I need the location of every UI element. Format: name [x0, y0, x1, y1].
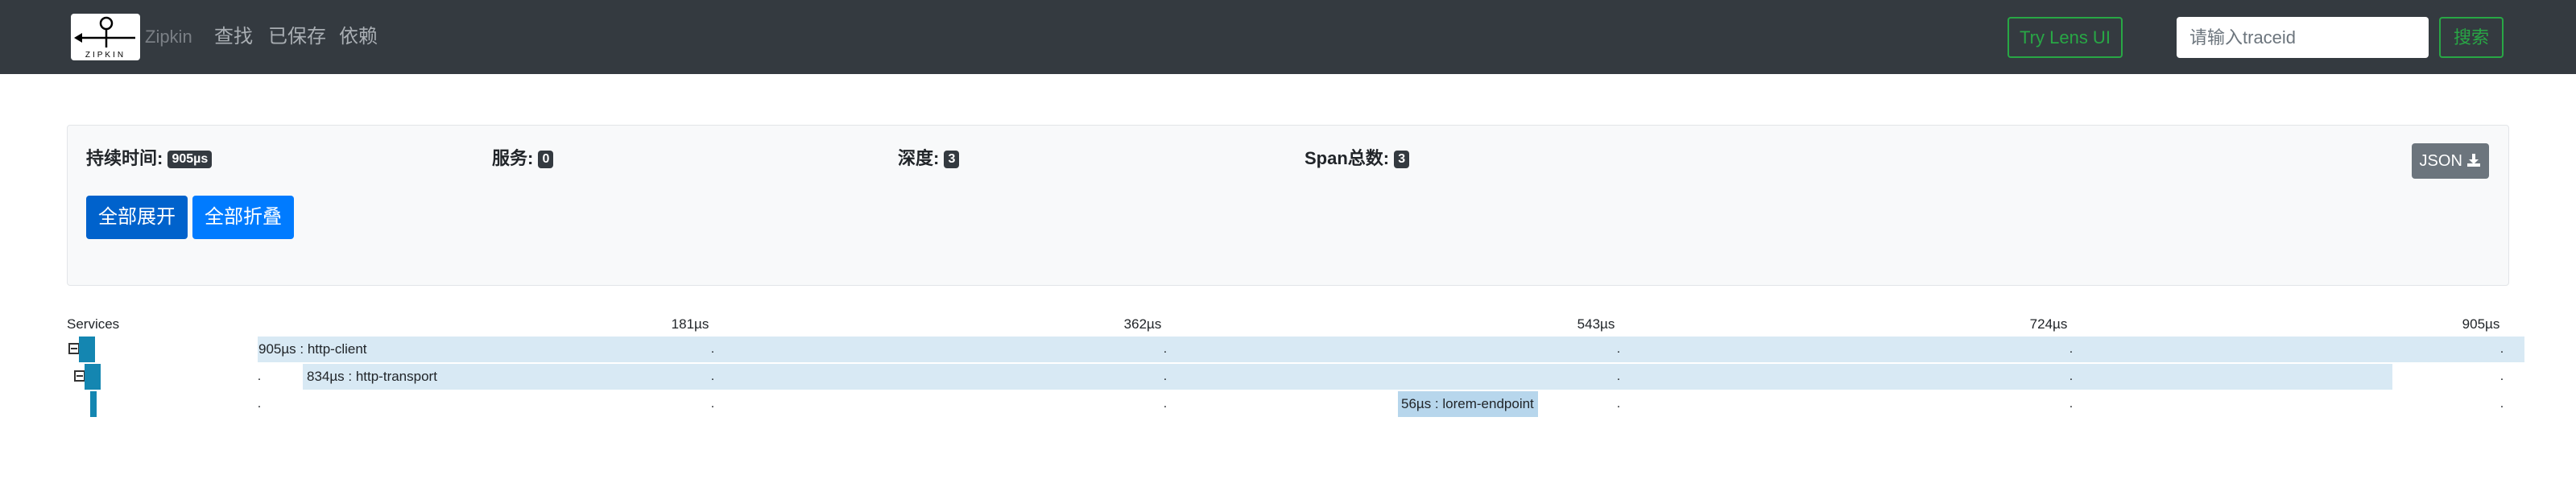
services-label: 服务: [492, 148, 534, 168]
tick-dot: . [710, 397, 715, 411]
nav-link-saved[interactable]: 已保存 [268, 26, 326, 48]
depth-stat: 深度: 3 [898, 147, 960, 171]
nav-link-find[interactable]: 查找 [214, 26, 253, 48]
tick-dot: . [1163, 370, 1168, 383]
tick-dot: . [2069, 342, 2074, 356]
time-tick: 724µs [2029, 316, 2068, 332]
depth-badge: 3 [944, 151, 960, 168]
tick-dot: . [1616, 342, 1621, 356]
tick-dot: . [257, 370, 262, 383]
tick-dot: . [710, 342, 715, 356]
tick-dot: . [1163, 342, 1168, 356]
span-bar[interactable] [303, 364, 2392, 390]
time-tick: 181µs [671, 316, 709, 332]
tick-dot: . [2069, 370, 2074, 383]
search-button[interactable]: 搜索 [2439, 17, 2504, 58]
duration-label: 持续时间: [86, 148, 163, 168]
tick-dot: . [1163, 397, 1168, 411]
span-label: 905µs : http-client [258, 341, 367, 357]
services-stat: 服务: 0 [492, 147, 554, 171]
depth-label: 深度: [898, 148, 940, 168]
collapse-toggle-icon[interactable] [68, 343, 80, 354]
tick-dot: . [1616, 370, 1621, 383]
tick-dot: . [257, 397, 262, 411]
tick-dot: . [710, 370, 715, 383]
span-count-badge: 3 [1394, 151, 1410, 168]
services-column-header: Services [67, 316, 120, 332]
service-depth-block [79, 337, 95, 362]
svg-text:ZIPKIN: ZIPKIN [85, 51, 126, 60]
tick-dot: . [2500, 370, 2504, 383]
tick-dot: . [2500, 342, 2504, 356]
time-tick: 905µs [2462, 316, 2500, 332]
service-depth-block [85, 364, 101, 390]
zipkin-logo-icon: ZIPKIN [74, 16, 135, 60]
navbar: ZIPKIN Zipkin 查找 已保存 依赖 Try Lens UI 搜索 [0, 0, 2576, 74]
download-icon [2467, 154, 2481, 167]
nav-link-dependencies[interactable]: 依赖 [339, 26, 378, 48]
zipkin-logo[interactable]: ZIPKIN [71, 14, 140, 60]
span-row-http-transport[interactable]: . 834µs : http-transport . . . . . [0, 364, 2576, 390]
expand-all-button[interactable]: 全部展开 [86, 196, 188, 239]
service-depth-block [90, 391, 97, 417]
brand-name[interactable]: Zipkin [145, 27, 192, 47]
trace-summary-panel: 持续时间: 905µs 服务: 0 深度: 3 Span总数: 3 全部展开 全… [67, 125, 2509, 286]
json-download-button[interactable]: JSON [2412, 143, 2489, 179]
tick-dot: . [1616, 397, 1621, 411]
span-bar[interactable] [258, 337, 2524, 362]
span-row-lorem-endpoint[interactable]: . . . 56µs : lorem-endpoint . . . [0, 391, 2576, 417]
json-button-label: JSON [2419, 152, 2462, 170]
span-count-label: Span总数: [1305, 148, 1390, 168]
duration-badge: 905µs [167, 151, 213, 168]
duration-stat: 持续时间: 905µs [86, 147, 213, 171]
tick-dot: . [2069, 397, 2074, 411]
traceid-search-input[interactable] [2177, 17, 2429, 58]
span-label: 834µs : http-transport [307, 369, 437, 384]
services-badge: 0 [538, 151, 554, 168]
try-lens-ui-button[interactable]: Try Lens UI [2007, 17, 2123, 58]
time-tick: 362µs [1123, 316, 1162, 332]
span-count-stat: Span总数: 3 [1305, 147, 1410, 171]
collapse-all-button[interactable]: 全部折叠 [192, 196, 294, 239]
span-row-http-client[interactable]: 905µs : http-client . . . . . [0, 337, 2576, 362]
span-label: 56µs : lorem-endpoint [1401, 396, 1534, 411]
tick-dot: . [2500, 397, 2504, 411]
time-tick: 543µs [1577, 316, 1615, 332]
collapse-toggle-icon[interactable] [74, 370, 85, 382]
